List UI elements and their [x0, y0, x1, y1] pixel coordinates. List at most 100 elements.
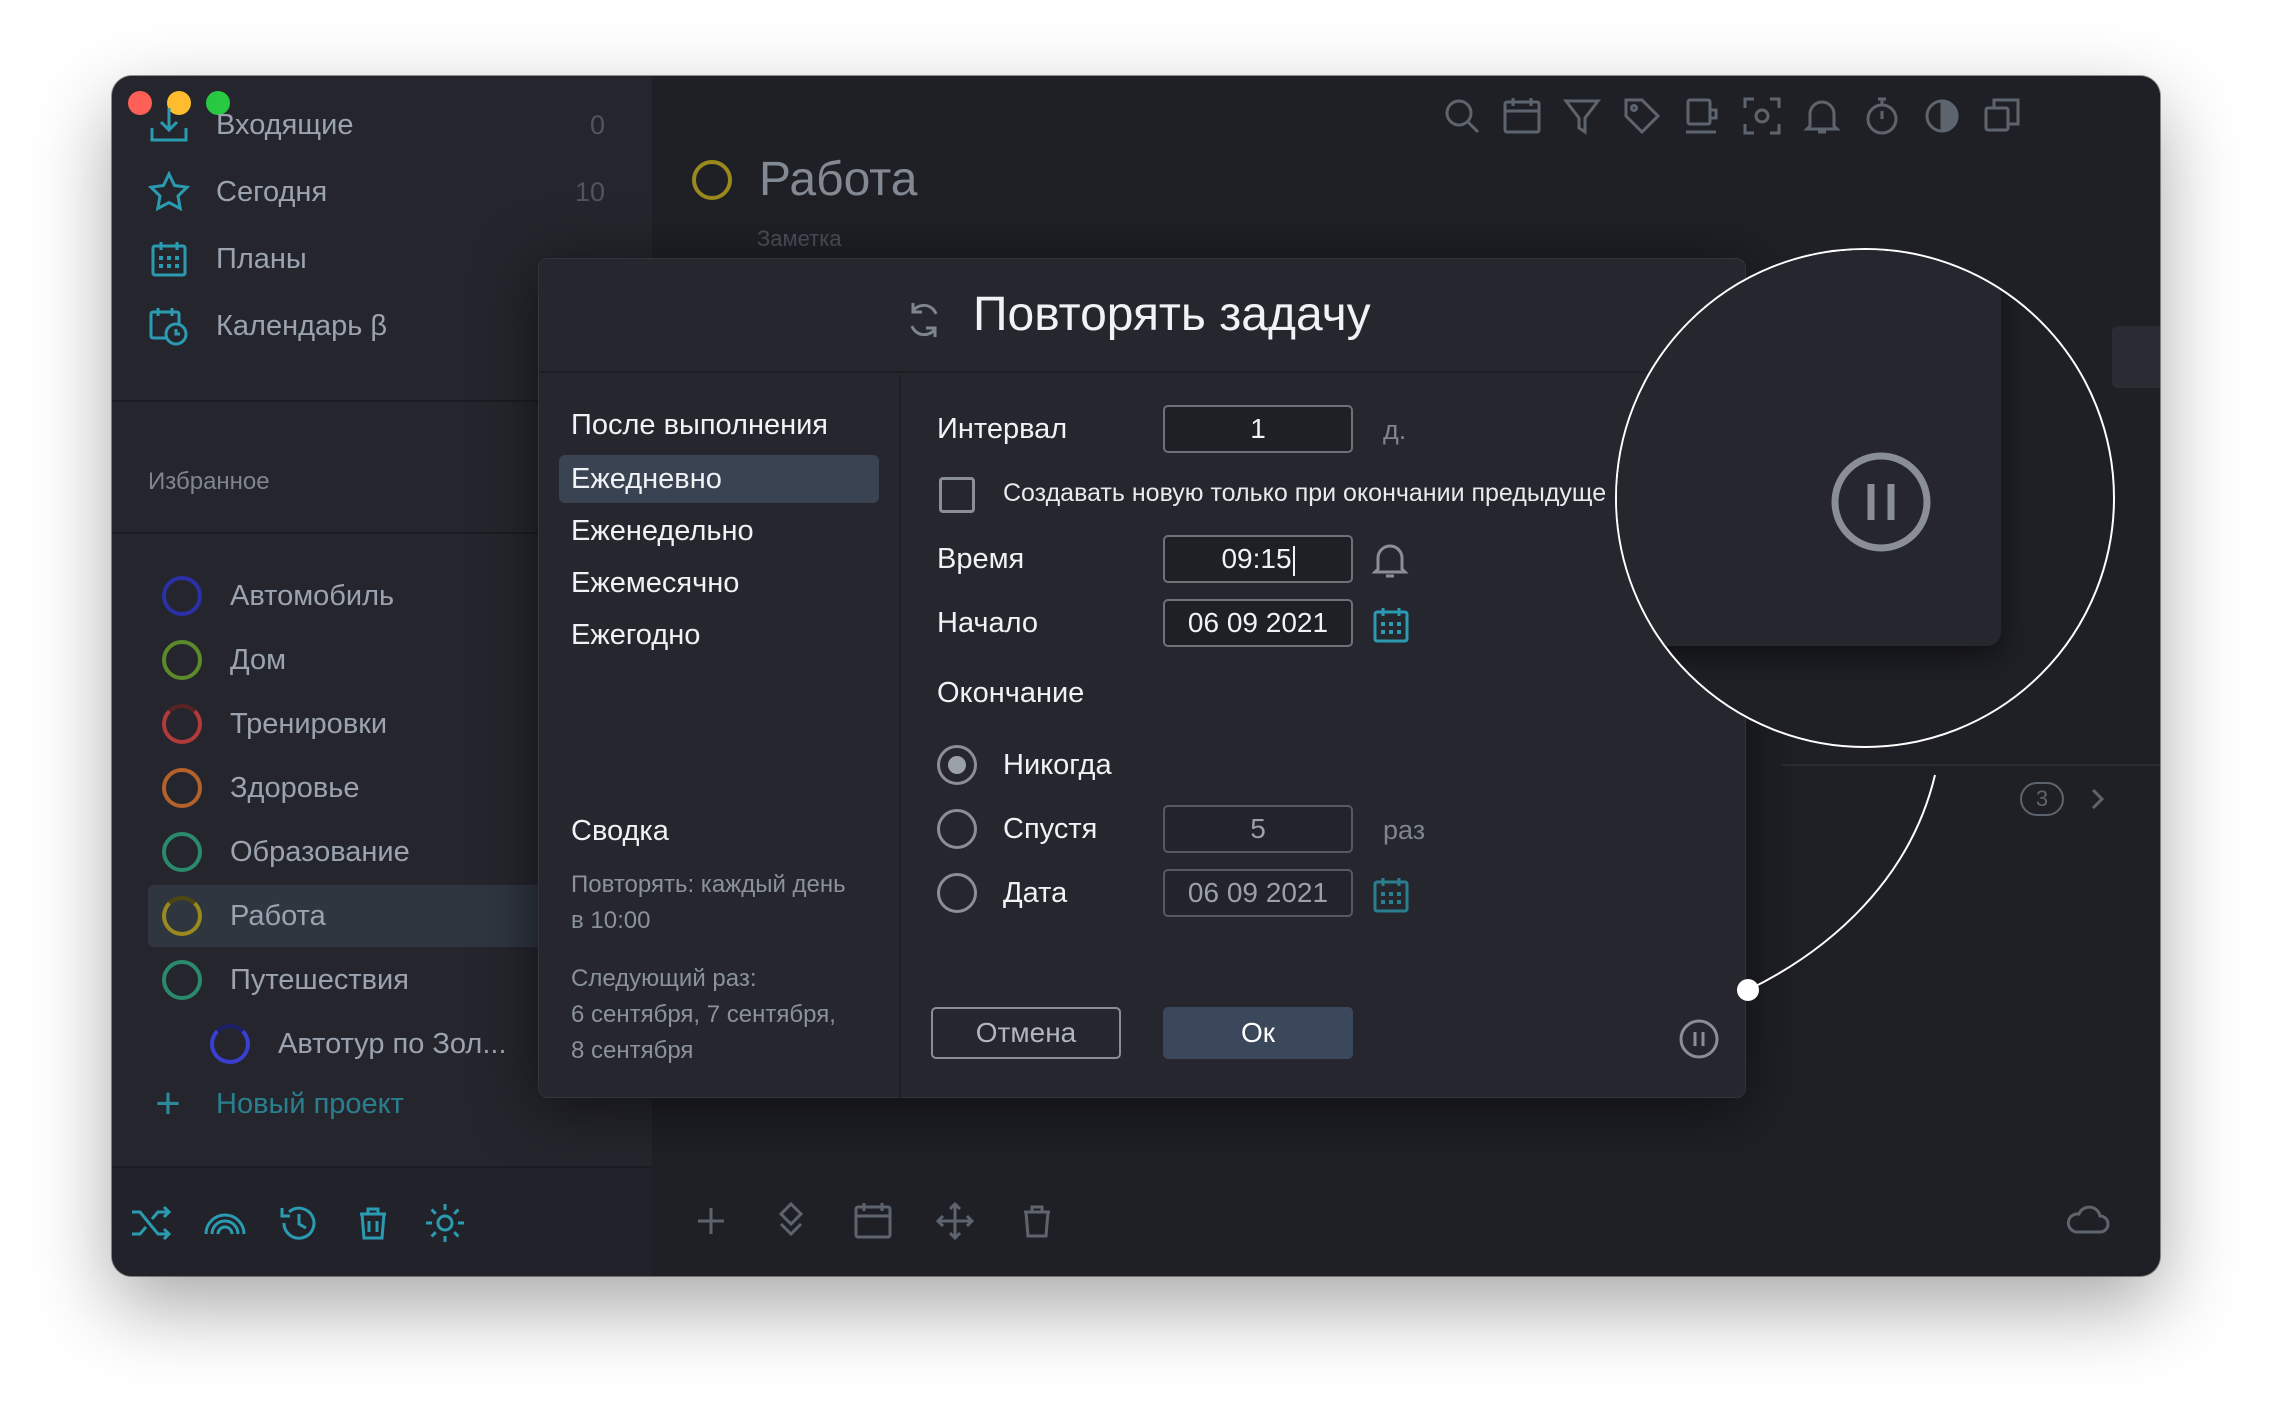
bell-icon[interactable]: [1800, 94, 1844, 138]
windows-icon[interactable]: [1980, 94, 2024, 138]
calendar-icon[interactable]: [1500, 94, 1544, 138]
add-icon[interactable]: [686, 1196, 736, 1246]
summary-line: в 10:00: [571, 907, 651, 934]
end-date-label: Дата: [1003, 877, 1068, 909]
repeat-task-dialog: Повторять задачу После выполнения Ежедне…: [538, 258, 1746, 1099]
subtask-count-badge: 3: [2020, 782, 2064, 816]
start-date-input[interactable]: 06 09 2021: [1163, 599, 1353, 647]
sidebar-item-label: Планы: [216, 242, 307, 275]
sidebar-item-label: Календарь β: [216, 309, 388, 342]
tag-icon[interactable]: [1620, 94, 1664, 138]
calendar-icon[interactable]: [848, 1196, 898, 1246]
calendar-clock-icon: [147, 304, 191, 348]
create-after-previous-label: Создавать новую только при окончании пре…: [1003, 479, 1607, 507]
main-toolbar: [652, 1166, 2160, 1276]
cloud-icon[interactable]: [2062, 1196, 2112, 1246]
export-icon[interactable]: [1680, 94, 1724, 138]
filter-icon[interactable]: [1560, 94, 1604, 138]
frequency-weekly[interactable]: Еженедельно: [559, 507, 879, 555]
interval-input[interactable]: 1: [1163, 405, 1353, 453]
shuffle-icon[interactable]: [126, 1198, 176, 1248]
summary-repeat-text: Повторять: каждый день в 10:00: [571, 867, 891, 939]
focus-icon[interactable]: [1740, 94, 1784, 138]
history-icon[interactable]: [274, 1198, 324, 1248]
project-label: Здоровье: [230, 771, 360, 804]
sidebar-item-label: Входящие: [216, 108, 354, 141]
rainbow-icon[interactable]: [200, 1198, 250, 1248]
calendar-grid-icon: [147, 237, 191, 281]
repeat-icon: [910, 303, 938, 337]
theme-icon[interactable]: [1920, 94, 1964, 138]
time-value: 09:15: [1221, 543, 1292, 574]
frequency-list-panel: После выполнения Ежедневно Еженедельно Е…: [539, 375, 901, 1099]
create-after-previous-checkbox[interactable]: [939, 477, 975, 513]
frequency-daily[interactable]: Ежедневно: [559, 455, 879, 503]
sidebar-toolbar: [112, 1166, 652, 1276]
arrows-icon[interactable]: [930, 1196, 980, 1246]
sidebar-item-inbox[interactable]: Входящие 0: [147, 95, 647, 155]
project-color-ring: [162, 704, 202, 744]
sidebar-item-today[interactable]: Сегодня 10: [147, 162, 647, 222]
frequency-yearly[interactable]: Ежегодно: [559, 611, 879, 659]
gear-icon[interactable]: [420, 1198, 470, 1248]
dialog-title: Повторять задачу: [973, 288, 1371, 341]
project-title-ring: [692, 160, 732, 200]
frequency-monthly[interactable]: Ежемесячно: [559, 559, 879, 607]
project-label: Работа: [230, 899, 326, 932]
end-after-label: Спустя: [1003, 813, 1098, 845]
text-cursor: [1292, 545, 1295, 576]
time-label: Время: [937, 543, 1025, 575]
trash-icon[interactable]: [348, 1198, 398, 1248]
search-icon[interactable]: [1440, 94, 1484, 138]
summary-next-text: Следующий раз: 6 сентября, 7 сентября, 8…: [571, 961, 891, 1069]
project-label: Автомобиль: [230, 579, 395, 612]
calendar-picker-icon[interactable]: [1371, 605, 1411, 645]
interval-label: Интервал: [937, 413, 1068, 445]
dialog-header: Повторять задачу: [539, 259, 1745, 373]
row-divider: [1782, 764, 2160, 766]
summary-line: 8 сентября: [571, 1037, 694, 1064]
move-icon[interactable]: [766, 1196, 816, 1246]
summary-line: Следующий раз:: [571, 965, 757, 992]
inbox-icon: [147, 103, 191, 147]
magnified-dialog-corner: [1617, 250, 2001, 646]
timer-icon[interactable]: [1860, 94, 1904, 138]
end-never-radio[interactable]: [937, 745, 977, 785]
end-never-label: Никогда: [1003, 749, 1112, 781]
new-project-button[interactable]: + Новый проект: [148, 1079, 404, 1128]
cancel-button[interactable]: Отмена: [931, 1007, 1121, 1059]
project-title: Работа: [759, 153, 918, 206]
project-color-ring: [162, 896, 202, 936]
project-color-ring: [162, 832, 202, 872]
project-label: Автотур по Зол...: [278, 1027, 507, 1060]
star-icon: [147, 170, 191, 214]
project-label: Дом: [230, 643, 287, 676]
interval-unit: д.: [1383, 415, 1407, 445]
project-label: Путешествия: [230, 963, 409, 996]
end-date-input[interactable]: 06 09 2021: [1163, 869, 1353, 917]
sidebar-item-label: Сегодня: [216, 175, 328, 208]
sidebar-item-count: 0: [589, 109, 605, 140]
end-after-unit: раз: [1383, 815, 1426, 845]
calendar-picker-icon[interactable]: [1371, 875, 1411, 915]
chevron-right-icon[interactable]: [2084, 786, 2110, 812]
end-after-radio[interactable]: [937, 809, 977, 849]
project-color-ring: [162, 640, 202, 680]
project-color-ring: [162, 960, 202, 1000]
ok-button[interactable]: Ок: [1163, 1007, 1353, 1059]
end-date-radio[interactable]: [937, 873, 977, 913]
bell-icon[interactable]: [1369, 539, 1411, 581]
end-after-count-input[interactable]: 5: [1163, 805, 1353, 853]
project-color-ring: [210, 1024, 250, 1064]
new-project-label: Новый проект: [216, 1087, 404, 1120]
pause-icon[interactable]: [1677, 1017, 1721, 1061]
sidebar-item-count: 10: [574, 176, 605, 207]
trash-icon[interactable]: [1012, 1196, 1062, 1246]
plus-icon: +: [155, 1079, 181, 1128]
note-placeholder[interactable]: Заметка: [757, 226, 842, 252]
project-label: Образование: [230, 835, 410, 868]
project-color-ring: [162, 576, 202, 616]
time-input[interactable]: 09:15: [1163, 535, 1353, 583]
frequency-after-completion[interactable]: После выполнения: [559, 401, 879, 449]
favorites-title: Избранное: [148, 468, 270, 495]
